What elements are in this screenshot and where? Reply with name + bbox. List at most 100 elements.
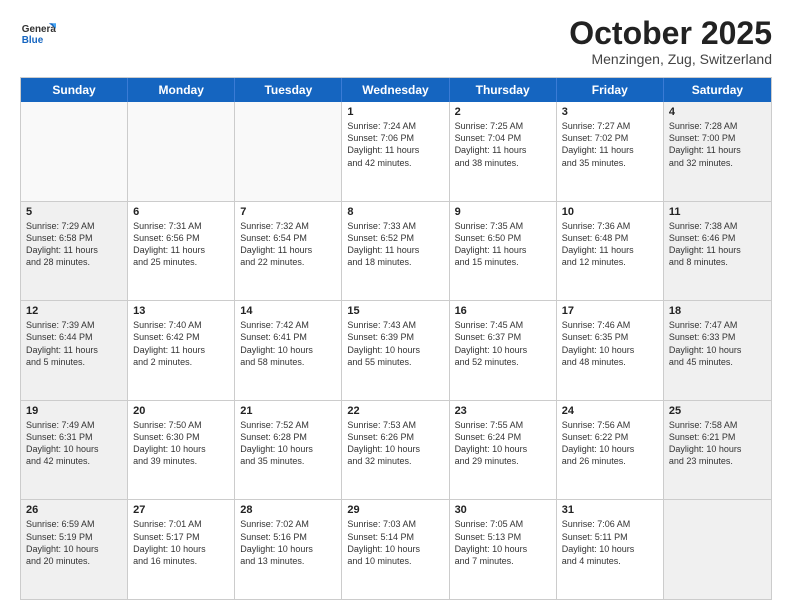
day-cell-1: 1 Sunrise: 7:24 AM Sunset: 7:06 PM Daylig… xyxy=(342,102,449,201)
day-cell-31: 31 Sunrise: 7:06 AM Sunset: 5:11 PM Dayli… xyxy=(557,500,664,599)
day-cell-20: 20Sunrise: 7:50 AM Sunset: 6:30 PM Dayli… xyxy=(128,401,235,500)
day-number: 24 xyxy=(562,405,658,417)
day-info: Sunrise: 7:24 AM Sunset: 7:06 PM Dayligh… xyxy=(347,120,443,169)
calendar-row-0: 1 Sunrise: 7:24 AM Sunset: 7:06 PM Daylig… xyxy=(21,102,771,201)
day-number: 23 xyxy=(455,405,551,417)
day-number: 17 xyxy=(562,305,658,317)
day-info: Sunrise: 7:05 AM Sunset: 5:13 PM Dayligh… xyxy=(455,518,551,567)
header-day-monday: Monday xyxy=(128,78,235,102)
calendar-row-4: 26Sunrise: 6:59 AM Sunset: 5:19 PM Dayli… xyxy=(21,499,771,599)
day-info: Sunrise: 7:02 AM Sunset: 5:16 PM Dayligh… xyxy=(240,518,336,567)
day-cell-23: 23Sunrise: 7:55 AM Sunset: 6:24 PM Dayli… xyxy=(450,401,557,500)
day-number: 14 xyxy=(240,305,336,317)
day-info: Sunrise: 7:33 AM Sunset: 6:52 PM Dayligh… xyxy=(347,220,443,269)
general-blue-icon: General Blue xyxy=(20,16,56,52)
day-cell-2: 2Sunrise: 7:25 AM Sunset: 7:04 PM Daylig… xyxy=(450,102,557,201)
day-cell-12: 12 Sunrise: 7:39 AM Sunset: 6:44 PM Dayli… xyxy=(21,301,128,400)
day-number: 5 xyxy=(26,206,122,218)
day-number: 30 xyxy=(455,504,551,516)
day-info: Sunrise: 7:36 AM Sunset: 6:48 PM Dayligh… xyxy=(562,220,658,269)
day-number: 11 xyxy=(669,206,766,218)
header-day-tuesday: Tuesday xyxy=(235,78,342,102)
day-cell-17: 17 Sunrise: 7:46 AM Sunset: 6:35 PM Dayli… xyxy=(557,301,664,400)
svg-text:General: General xyxy=(22,24,56,35)
day-cell-7: 7Sunrise: 7:32 AM Sunset: 6:54 PM Daylig… xyxy=(235,202,342,301)
day-number: 13 xyxy=(133,305,229,317)
day-number: 26 xyxy=(26,504,122,516)
header-day-thursday: Thursday xyxy=(450,78,557,102)
day-info: Sunrise: 7:42 AM Sunset: 6:41 PM Dayligh… xyxy=(240,319,336,368)
header-day-saturday: Saturday xyxy=(664,78,771,102)
calendar-body: 1 Sunrise: 7:24 AM Sunset: 7:06 PM Daylig… xyxy=(21,102,771,599)
day-number: 15 xyxy=(347,305,443,317)
day-info: Sunrise: 7:39 AM Sunset: 6:44 PM Dayligh… xyxy=(26,319,122,368)
day-info: Sunrise: 7:28 AM Sunset: 7:00 PM Dayligh… xyxy=(669,120,766,169)
day-info: Sunrise: 7:43 AM Sunset: 6:39 PM Dayligh… xyxy=(347,319,443,368)
day-cell-8: 8 Sunrise: 7:33 AM Sunset: 6:52 PM Daylig… xyxy=(342,202,449,301)
day-cell-9: 9Sunrise: 7:35 AM Sunset: 6:50 PM Daylig… xyxy=(450,202,557,301)
month-title: October 2025 xyxy=(569,16,772,51)
header-day-friday: Friday xyxy=(557,78,664,102)
day-number: 1 xyxy=(347,106,443,118)
header-day-sunday: Sunday xyxy=(21,78,128,102)
day-number: 10 xyxy=(562,206,658,218)
day-info: Sunrise: 7:35 AM Sunset: 6:50 PM Dayligh… xyxy=(455,220,551,269)
day-number: 31 xyxy=(562,504,658,516)
svg-text:Blue: Blue xyxy=(22,35,44,46)
day-info: Sunrise: 7:38 AM Sunset: 6:46 PM Dayligh… xyxy=(669,220,766,269)
day-number: 28 xyxy=(240,504,336,516)
calendar-row-2: 12 Sunrise: 7:39 AM Sunset: 6:44 PM Dayli… xyxy=(21,300,771,400)
day-info: Sunrise: 7:01 AM Sunset: 5:17 PM Dayligh… xyxy=(133,518,229,567)
page: General Blue October 2025 Menzingen, Zug… xyxy=(0,0,792,612)
empty-cell-4-6 xyxy=(664,500,771,599)
day-number: 29 xyxy=(347,504,443,516)
day-number: 8 xyxy=(347,206,443,218)
day-info: Sunrise: 7:06 AM Sunset: 5:11 PM Dayligh… xyxy=(562,518,658,567)
day-cell-16: 16 Sunrise: 7:45 AM Sunset: 6:37 PM Dayli… xyxy=(450,301,557,400)
day-info: Sunrise: 7:27 AM Sunset: 7:02 PM Dayligh… xyxy=(562,120,658,169)
day-cell-29: 29Sunrise: 7:03 AM Sunset: 5:14 PM Dayli… xyxy=(342,500,449,599)
day-number: 16 xyxy=(455,305,551,317)
day-cell-19: 19Sunrise: 7:49 AM Sunset: 6:31 PM Dayli… xyxy=(21,401,128,500)
day-info: Sunrise: 7:40 AM Sunset: 6:42 PM Dayligh… xyxy=(133,319,229,368)
day-cell-28: 28 Sunrise: 7:02 AM Sunset: 5:16 PM Dayli… xyxy=(235,500,342,599)
day-info: Sunrise: 7:52 AM Sunset: 6:28 PM Dayligh… xyxy=(240,419,336,468)
day-info: Sunrise: 7:31 AM Sunset: 6:56 PM Dayligh… xyxy=(133,220,229,269)
calendar-row-3: 19Sunrise: 7:49 AM Sunset: 6:31 PM Dayli… xyxy=(21,400,771,500)
day-cell-25: 25 Sunrise: 7:58 AM Sunset: 6:21 PM Dayli… xyxy=(664,401,771,500)
day-info: Sunrise: 7:53 AM Sunset: 6:26 PM Dayligh… xyxy=(347,419,443,468)
day-cell-26: 26Sunrise: 6:59 AM Sunset: 5:19 PM Dayli… xyxy=(21,500,128,599)
day-cell-11: 11 Sunrise: 7:38 AM Sunset: 6:46 PM Dayli… xyxy=(664,202,771,301)
day-number: 20 xyxy=(133,405,229,417)
day-info: Sunrise: 7:45 AM Sunset: 6:37 PM Dayligh… xyxy=(455,319,551,368)
day-cell-15: 15 Sunrise: 7:43 AM Sunset: 6:39 PM Dayli… xyxy=(342,301,449,400)
day-cell-5: 5 Sunrise: 7:29 AM Sunset: 6:58 PM Daylig… xyxy=(21,202,128,301)
day-number: 12 xyxy=(26,305,122,317)
day-info: Sunrise: 7:46 AM Sunset: 6:35 PM Dayligh… xyxy=(562,319,658,368)
day-info: Sunrise: 7:29 AM Sunset: 6:58 PM Dayligh… xyxy=(26,220,122,269)
day-info: Sunrise: 7:25 AM Sunset: 7:04 PM Dayligh… xyxy=(455,120,551,169)
day-cell-27: 27 Sunrise: 7:01 AM Sunset: 5:17 PM Dayli… xyxy=(128,500,235,599)
empty-cell-0-2 xyxy=(235,102,342,201)
day-cell-3: 3 Sunrise: 7:27 AM Sunset: 7:02 PM Daylig… xyxy=(557,102,664,201)
empty-cell-0-0 xyxy=(21,102,128,201)
day-number: 6 xyxy=(133,206,229,218)
day-number: 3 xyxy=(562,106,658,118)
day-number: 22 xyxy=(347,405,443,417)
day-number: 18 xyxy=(669,305,766,317)
calendar-row-1: 5 Sunrise: 7:29 AM Sunset: 6:58 PM Daylig… xyxy=(21,201,771,301)
day-number: 4 xyxy=(669,106,766,118)
day-info: Sunrise: 7:58 AM Sunset: 6:21 PM Dayligh… xyxy=(669,419,766,468)
day-cell-21: 21 Sunrise: 7:52 AM Sunset: 6:28 PM Dayli… xyxy=(235,401,342,500)
day-number: 25 xyxy=(669,405,766,417)
day-cell-6: 6 Sunrise: 7:31 AM Sunset: 6:56 PM Daylig… xyxy=(128,202,235,301)
day-number: 21 xyxy=(240,405,336,417)
day-number: 27 xyxy=(133,504,229,516)
day-info: Sunrise: 7:56 AM Sunset: 6:22 PM Dayligh… xyxy=(562,419,658,468)
header: General Blue October 2025 Menzingen, Zug… xyxy=(20,16,772,67)
logo: General Blue xyxy=(20,16,56,52)
calendar: SundayMondayTuesdayWednesdayThursdayFrid… xyxy=(20,77,772,600)
day-number: 19 xyxy=(26,405,122,417)
day-cell-30: 30 Sunrise: 7:05 AM Sunset: 5:13 PM Dayli… xyxy=(450,500,557,599)
header-day-wednesday: Wednesday xyxy=(342,78,449,102)
